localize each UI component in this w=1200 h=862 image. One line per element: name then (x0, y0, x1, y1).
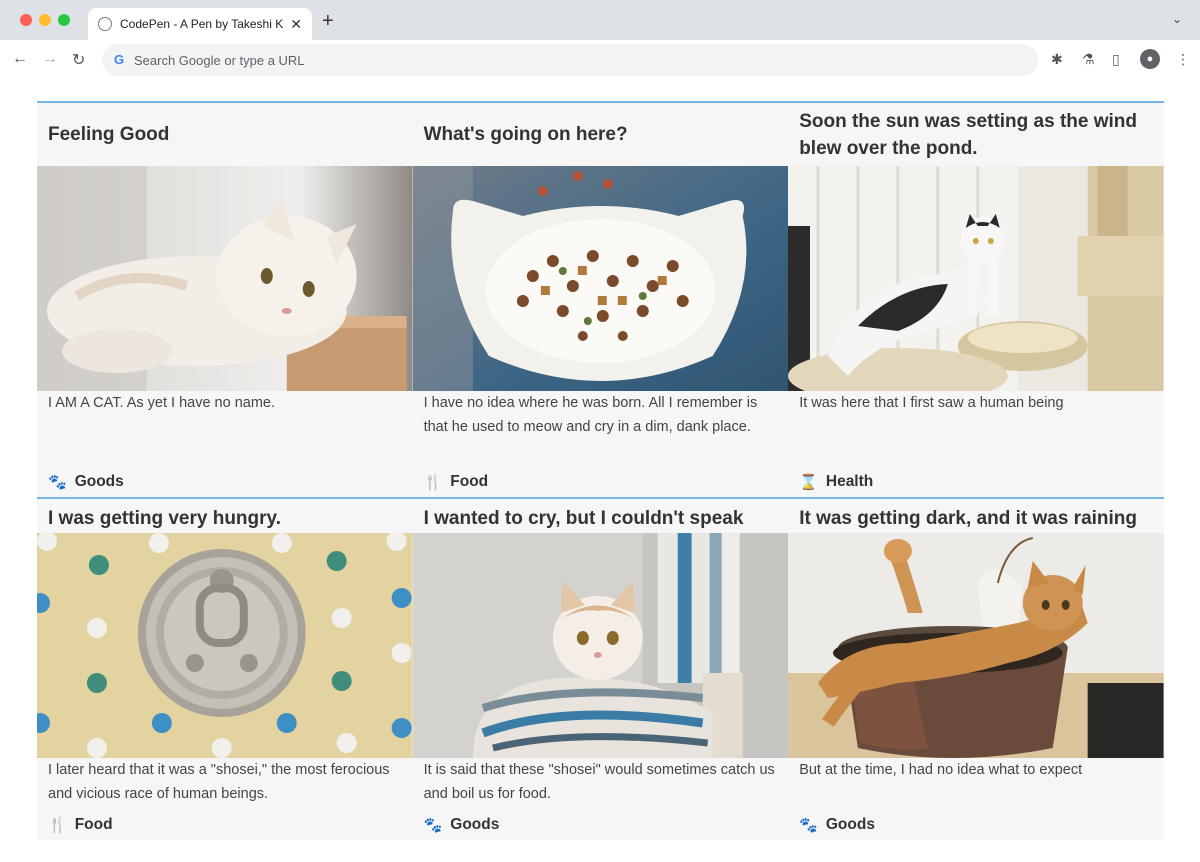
card-category-label: Food (74, 816, 113, 833)
card-category-label: Goods (825, 816, 875, 833)
card[interactable]: Soon the sun was setting as the wind ble… (788, 103, 1164, 497)
tab-search-chevron-icon[interactable]: ⌄ (1172, 12, 1182, 26)
browser-tab-codepen[interactable]: CodePen - A Pen by Takeshi K ✕ (88, 8, 312, 40)
extensions-icon[interactable]: ✱ (1051, 51, 1063, 68)
tab-title: CodePen - A Pen by Takeshi K (120, 17, 284, 31)
card-description: I AM A CAT. As yet I have no name. (48, 395, 276, 411)
labs-flask-icon[interactable]: ⚗ (1082, 51, 1095, 68)
close-tab-icon[interactable]: ✕ (290, 16, 302, 33)
google-icon: G (113, 52, 125, 67)
card-description: I later heard that it was a "shosei," th… (48, 762, 390, 802)
card-category-label: Food (450, 473, 489, 490)
card-category[interactable]: 🐾 Goods (799, 816, 875, 834)
globe-icon (98, 17, 112, 31)
tab-strip: CodePen - A Pen by Takeshi K ✕ + ⌄ (0, 0, 1200, 40)
card-description: But at the time, I had no idea what to e… (799, 762, 1083, 778)
card[interactable]: I wanted to cry, but I couldn't speak It… (412, 499, 789, 840)
cat-lying-photo (37, 166, 413, 391)
card-title: Soon the sun was setting as the wind ble… (799, 110, 1138, 159)
address-bar[interactable]: G Search Google or type a URL (102, 44, 1038, 76)
utensils-icon: 🍴 (48, 817, 67, 834)
card-category-label: Goods (450, 816, 500, 833)
card-grid: Feeling Good I AM A CAT. As yet I have n… (37, 101, 1164, 842)
address-bar-placeholder: Search Google or type a URL (134, 52, 305, 68)
card-category[interactable]: 🐾 Goods (48, 473, 124, 491)
cat-in-pot-photo (788, 533, 1164, 758)
paw-icon: 🐾 (48, 474, 67, 491)
card[interactable]: What's going on here? I have no idea whe… (412, 103, 789, 497)
card-title: What's going on here? (423, 124, 628, 145)
forward-button[interactable]: → (42, 50, 58, 68)
card-category[interactable]: ⌛ Health (799, 473, 873, 491)
side-panel-icon[interactable]: ▯ (1112, 51, 1120, 68)
card[interactable]: Feeling Good I AM A CAT. As yet I have n… (37, 103, 413, 497)
close-window-button[interactable] (20, 14, 32, 26)
cat-food-bowl-photo (412, 166, 789, 391)
browser-menu-icon[interactable]: ⋮ (1176, 51, 1190, 68)
card-category-label: Health (825, 473, 874, 490)
card-description: It is said that these "shosei" would som… (423, 762, 775, 802)
card-category-label: Goods (74, 473, 124, 490)
cat-on-cat-tower-photo (788, 166, 1164, 391)
card-row: Feeling Good I AM A CAT. As yet I have n… (37, 101, 1164, 497)
card-title: Feeling Good (48, 124, 170, 145)
paw-icon: 🐾 (799, 817, 818, 834)
new-tab-button[interactable]: + (322, 10, 334, 33)
card[interactable]: It was getting dark, and it was raining (788, 499, 1164, 840)
card-description: It was here that I first saw a human bei… (799, 395, 1064, 411)
card[interactable]: I was getting very hungry. I later heard… (37, 499, 413, 840)
card-category[interactable]: 🍴 Food (48, 816, 113, 834)
cat-food-can-photo (37, 533, 413, 758)
back-button[interactable]: ← (12, 50, 28, 68)
hourglass-icon: ⌛ (799, 474, 818, 491)
card-title: It was getting dark, and it was raining (799, 507, 1138, 529)
card-row: I was getting very hungry. I later heard… (37, 497, 1164, 840)
minimize-window-button[interactable] (39, 14, 51, 26)
card-category[interactable]: 🍴 Food (424, 473, 489, 491)
utensils-icon: 🍴 (423, 474, 443, 491)
card-description: I have no idea where he was born. All I … (423, 395, 758, 435)
cat-in-bag-photo (412, 533, 789, 758)
browser-chrome: CodePen - A Pen by Takeshi K ✕ + ⌄ ← → ↻… (0, 0, 1200, 82)
reload-button[interactable]: ↻ (72, 50, 85, 70)
profile-avatar-icon[interactable]: ● (1140, 49, 1160, 69)
card-title: I was getting very hungry. (48, 507, 281, 529)
browser-toolbar: ← → ↻ G Search Google or type a URL ✱ ⚗ … (0, 40, 1200, 82)
paw-icon: 🐾 (423, 817, 443, 834)
card-category[interactable]: 🐾 Goods (424, 816, 500, 834)
maximize-window-button[interactable] (58, 14, 70, 26)
card-title: I wanted to cry, but I couldn't speak (423, 507, 744, 529)
